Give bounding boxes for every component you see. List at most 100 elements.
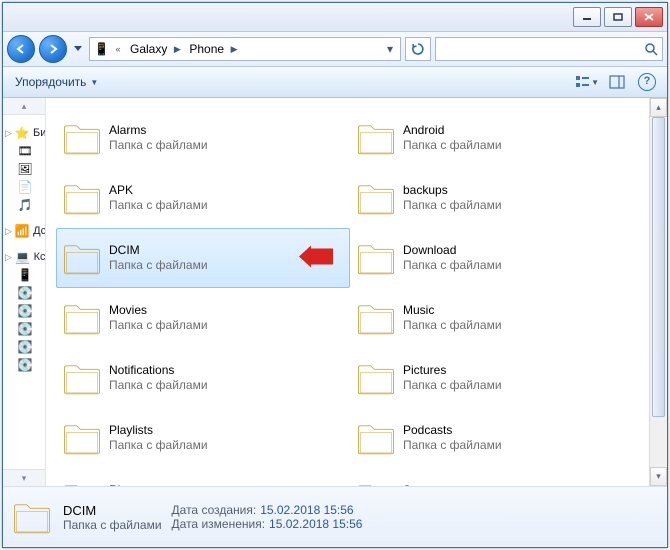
details-type: Папка с файлами — [63, 518, 162, 532]
folder-item[interactable]: MoviesПапка с файлами — [56, 288, 350, 348]
breadcrumb-seg-phone[interactable]: Phone — [183, 38, 228, 60]
folder-item[interactable]: PicturesПапка с файлами — [350, 348, 644, 408]
scroll-down-button[interactable]: ▾ — [650, 467, 667, 486]
address-bar[interactable]: 📱 « Galaxy ▶ Phone ▶ ▾ — [89, 37, 401, 61]
scroll-up-button[interactable]: ▴ — [650, 98, 667, 117]
fav-icon: ⭐ — [14, 125, 30, 141]
help-icon: ? — [638, 73, 656, 91]
preview-pane-button[interactable] — [605, 71, 629, 93]
view-mode-button[interactable]: ▼ — [575, 71, 599, 93]
organize-menu[interactable]: Упорядочить ▼ — [11, 73, 102, 91]
titlebar[interactable] — [3, 3, 667, 32]
folder-type: Папка с файлами — [403, 198, 502, 213]
tree-item[interactable]: 💽 — [5, 284, 45, 302]
folder-item[interactable]: NotificationsПапка с файлами — [56, 348, 350, 408]
music-icon: 🎵 — [17, 197, 33, 213]
tree-group[interactable]: ▷⭐Би — [5, 124, 45, 142]
folder-item[interactable]: PlaylistsПапка с файлами — [56, 408, 350, 468]
back-button[interactable] — [7, 35, 35, 63]
folder-item[interactable]: AndroidПапка с файлами — [350, 108, 644, 168]
forward-button[interactable] — [39, 35, 67, 63]
address-dropdown-icon[interactable]: ▾ — [382, 42, 398, 56]
folder-type: Папка с файлами — [109, 198, 208, 213]
breadcrumb-seg-galaxy[interactable]: Galaxy — [124, 38, 171, 60]
folder-name: APK — [109, 183, 208, 198]
folder-icon — [61, 417, 103, 459]
folder-item[interactable]: DownloadПапка с файлами — [350, 228, 644, 288]
folder-icon — [61, 177, 103, 219]
file-list[interactable]: AlarmsПапка с файламиAndroidПапка с файл… — [46, 98, 667, 486]
tree-group[interactable]: ▷💻Кс — [5, 248, 45, 266]
scrollbar-track[interactable] — [650, 117, 667, 467]
tree-item[interactable]: 🖼 — [5, 160, 45, 178]
video-icon: 🎞 — [17, 143, 33, 159]
scrollbar-thumb[interactable] — [652, 117, 665, 417]
dev-icon: 💻 — [15, 249, 31, 265]
breadcrumb-root-chevron[interactable]: « — [112, 44, 124, 54]
folder-item[interactable]: RingtonesПапка с файлами — [56, 468, 350, 486]
vertical-scrollbar[interactable]: ▴ ▾ — [649, 98, 667, 486]
folder-item[interactable]: AlarmsПапка с файлами — [56, 108, 350, 168]
folder-item[interactable]: APKПапка с файлами — [56, 168, 350, 228]
close-button[interactable] — [635, 7, 663, 27]
minimize-button[interactable] — [573, 7, 601, 27]
chevron-right-icon[interactable]: ▶ — [171, 44, 183, 55]
tree-item[interactable]: 🎵 — [5, 196, 45, 214]
drive-icon: 💽 — [17, 321, 33, 337]
navigation-bar: 📱 « Galaxy ▶ Phone ▶ ▾ — [3, 32, 667, 67]
tree-item[interactable]: 📄 — [5, 178, 45, 196]
details-modified-value: 15.02.2018 15:56 — [269, 517, 362, 531]
expander-icon[interactable]: ▷ — [5, 252, 15, 263]
folder-item[interactable]: SamsungПапка с файлами — [350, 468, 644, 486]
navigation-tree[interactable]: ▴ ▷⭐Би🎞🖼📄🎵▷📶Дс▷💻Кс📱💽💽💽💽💽 ▾ — [3, 98, 46, 486]
folder-name: Samsung — [403, 483, 502, 486]
folder-icon — [355, 477, 397, 486]
expander-icon[interactable]: ▷ — [5, 226, 14, 237]
folder-icon — [61, 117, 103, 159]
drive-icon: 💽 — [17, 339, 33, 355]
folder-icon — [61, 477, 103, 486]
organize-label: Упорядочить — [15, 75, 86, 89]
folder-item[interactable]: backupsПапка с файлами — [350, 168, 644, 228]
folder-name: Playlists — [109, 423, 208, 438]
folder-type: Папка с файлами — [109, 438, 208, 453]
folder-type: Папка с файлами — [109, 378, 208, 393]
refresh-button[interactable] — [405, 37, 431, 61]
sidebar-scroll-up[interactable]: ▴ — [3, 98, 45, 115]
sidebar-scroll-down[interactable]: ▾ — [3, 469, 45, 486]
tree-item[interactable]: 💽 — [5, 302, 45, 320]
doc-icon: 📄 — [17, 179, 33, 195]
folder-name: Notifications — [109, 363, 208, 378]
drive-icon: 💽 — [17, 285, 33, 301]
folder-name: Podcasts — [403, 423, 502, 438]
details-pane: DCIM Папка с файлами Дата создания:15.02… — [3, 486, 667, 547]
folder-icon — [355, 297, 397, 339]
folder-type: Папка с файлами — [403, 138, 502, 153]
folder-name: Ringtones — [109, 483, 208, 486]
maximize-button[interactable] — [604, 7, 632, 27]
chevron-down-icon: ▼ — [591, 78, 599, 87]
tree-item[interactable]: 🎞 — [5, 142, 45, 160]
folder-name: backups — [403, 183, 502, 198]
chevron-right-icon[interactable]: ▶ — [228, 44, 240, 55]
folder-icon — [61, 297, 103, 339]
folder-item[interactable]: MusicПапка с файлами — [350, 288, 644, 348]
folder-type: Папка с файлами — [403, 258, 502, 273]
explorer-window: 📱 « Galaxy ▶ Phone ▶ ▾ Упорядочить ▼ ▼ ? — [2, 2, 668, 548]
tree-item[interactable]: 💽 — [5, 356, 45, 374]
folder-item[interactable]: DCIMПапка с файлами — [56, 228, 350, 288]
tree-item[interactable]: 💽 — [5, 320, 45, 338]
tree-item[interactable]: 💽 — [5, 338, 45, 356]
help-button[interactable]: ? — [635, 71, 659, 93]
folder-type: Папка с файлами — [403, 318, 502, 333]
folder-item[interactable]: PodcastsПапка с файлами — [350, 408, 644, 468]
search-input[interactable] — [435, 37, 663, 61]
tree-item[interactable]: 📱 — [5, 266, 45, 284]
history-dropdown-icon[interactable] — [71, 37, 85, 61]
device-icon: 📱 — [94, 42, 110, 56]
folder-name: Android — [403, 123, 502, 138]
expander-icon[interactable]: ▷ — [5, 128, 14, 139]
folder-icon — [11, 496, 53, 538]
tree-group[interactable]: ▷📶Дс — [5, 222, 45, 240]
folder-type: Папка с файлами — [109, 318, 208, 333]
